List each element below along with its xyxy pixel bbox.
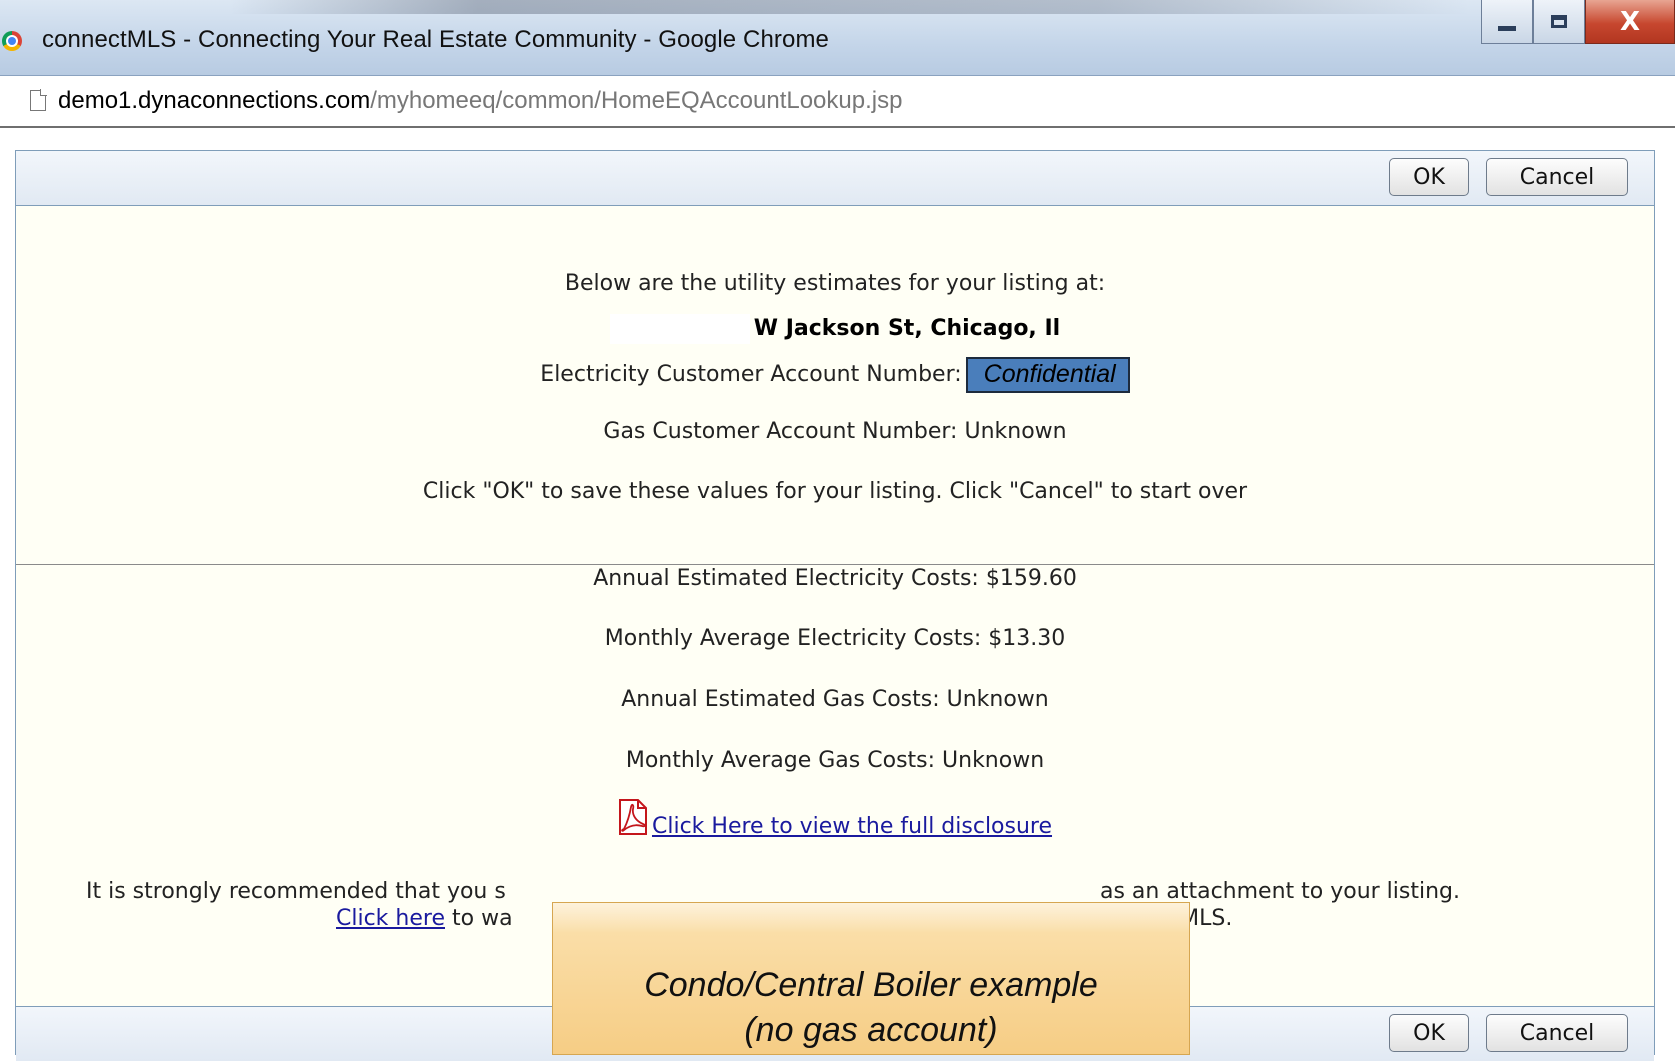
- cancel-button-top[interactable]: Cancel: [1486, 158, 1628, 196]
- instruction-text: Click "OK" to save these values for your…: [422, 479, 1248, 504]
- url-path: /myhomeeq/common/HomeEQAccountLookup.jsp: [370, 87, 903, 114]
- listing-address: W Jackson St, Chicago, Il: [753, 316, 1061, 341]
- callout-line-2: (no gas account): [744, 1011, 998, 1049]
- address-bar[interactable]: demo1.dynaconnections.com/myhomeeq/commo…: [0, 76, 1675, 128]
- window-controls: X: [1481, 0, 1675, 48]
- electric-account-label: Electricity Customer Account Number:: [540, 362, 962, 387]
- minimize-icon: [1498, 26, 1516, 31]
- ok-button-top[interactable]: OK: [1389, 158, 1469, 196]
- maximize-icon: [1551, 15, 1567, 28]
- intro-text: Below are the utility estimates for your…: [564, 271, 1106, 296]
- close-icon: X: [1619, 6, 1641, 37]
- callout-line-1: Condo/Central Boiler example: [644, 966, 1098, 1004]
- url-text[interactable]: demo1.dynaconnections.com/myhomeeq/commo…: [58, 87, 902, 115]
- chrome-logo-icon: [2, 31, 22, 51]
- walkthrough-text-left: to wa: [445, 906, 513, 931]
- monthly-gas-cost: Monthly Average Gas Costs: Unknown: [625, 748, 1045, 773]
- page-icon: [30, 89, 47, 111]
- redacted-street-number: [609, 314, 750, 344]
- gas-account-line: Gas Customer Account Number: Unknown: [603, 419, 1067, 444]
- url-host: demo1.dynaconnections.com: [58, 87, 371, 114]
- callout-text: Condo/Central Boiler example (no gas acc…: [553, 963, 1189, 1053]
- monthly-electric-cost: Monthly Average Electricity Costs: $13.3…: [604, 626, 1066, 651]
- pdf-icon[interactable]: [618, 799, 648, 835]
- dialog-top-toolbar: OK Cancel: [16, 151, 1654, 206]
- walkthrough-left: Click here to wa: [336, 905, 513, 933]
- address-line: W Jackson St, Chicago, Il: [16, 314, 1654, 344]
- annual-gas-cost: Annual Estimated Gas Costs: Unknown: [621, 687, 1049, 712]
- annual-electric-cost: Annual Estimated Electricity Costs: $159…: [593, 566, 1077, 591]
- ok-button-bottom[interactable]: OK: [1389, 1014, 1469, 1052]
- close-window-button[interactable]: X: [1585, 0, 1675, 44]
- window-title: connectMLS - Connecting Your Real Estate…: [42, 26, 829, 53]
- recommend-text-left: It is strongly recommended that you s: [86, 879, 506, 904]
- disclosure-row: Click Here to view the full disclosure: [16, 799, 1654, 839]
- title-bar-shading: [230, 0, 1470, 14]
- maximize-button[interactable]: [1533, 0, 1585, 44]
- electric-account-line: Electricity Customer Account Number: Conf…: [16, 357, 1654, 393]
- example-callout: Condo/Central Boiler example (no gas acc…: [552, 902, 1190, 1055]
- browser-title-bar: connectMLS - Connecting Your Real Estate…: [0, 0, 1675, 76]
- disclosure-link[interactable]: Click Here to view the full disclosure: [652, 814, 1052, 839]
- click-here-link[interactable]: Click here: [336, 906, 445, 931]
- cancel-button-bottom[interactable]: Cancel: [1486, 1014, 1628, 1052]
- minimize-button[interactable]: [1481, 0, 1533, 44]
- confidential-badge: Confidential: [965, 357, 1130, 393]
- section-divider: [16, 564, 1654, 565]
